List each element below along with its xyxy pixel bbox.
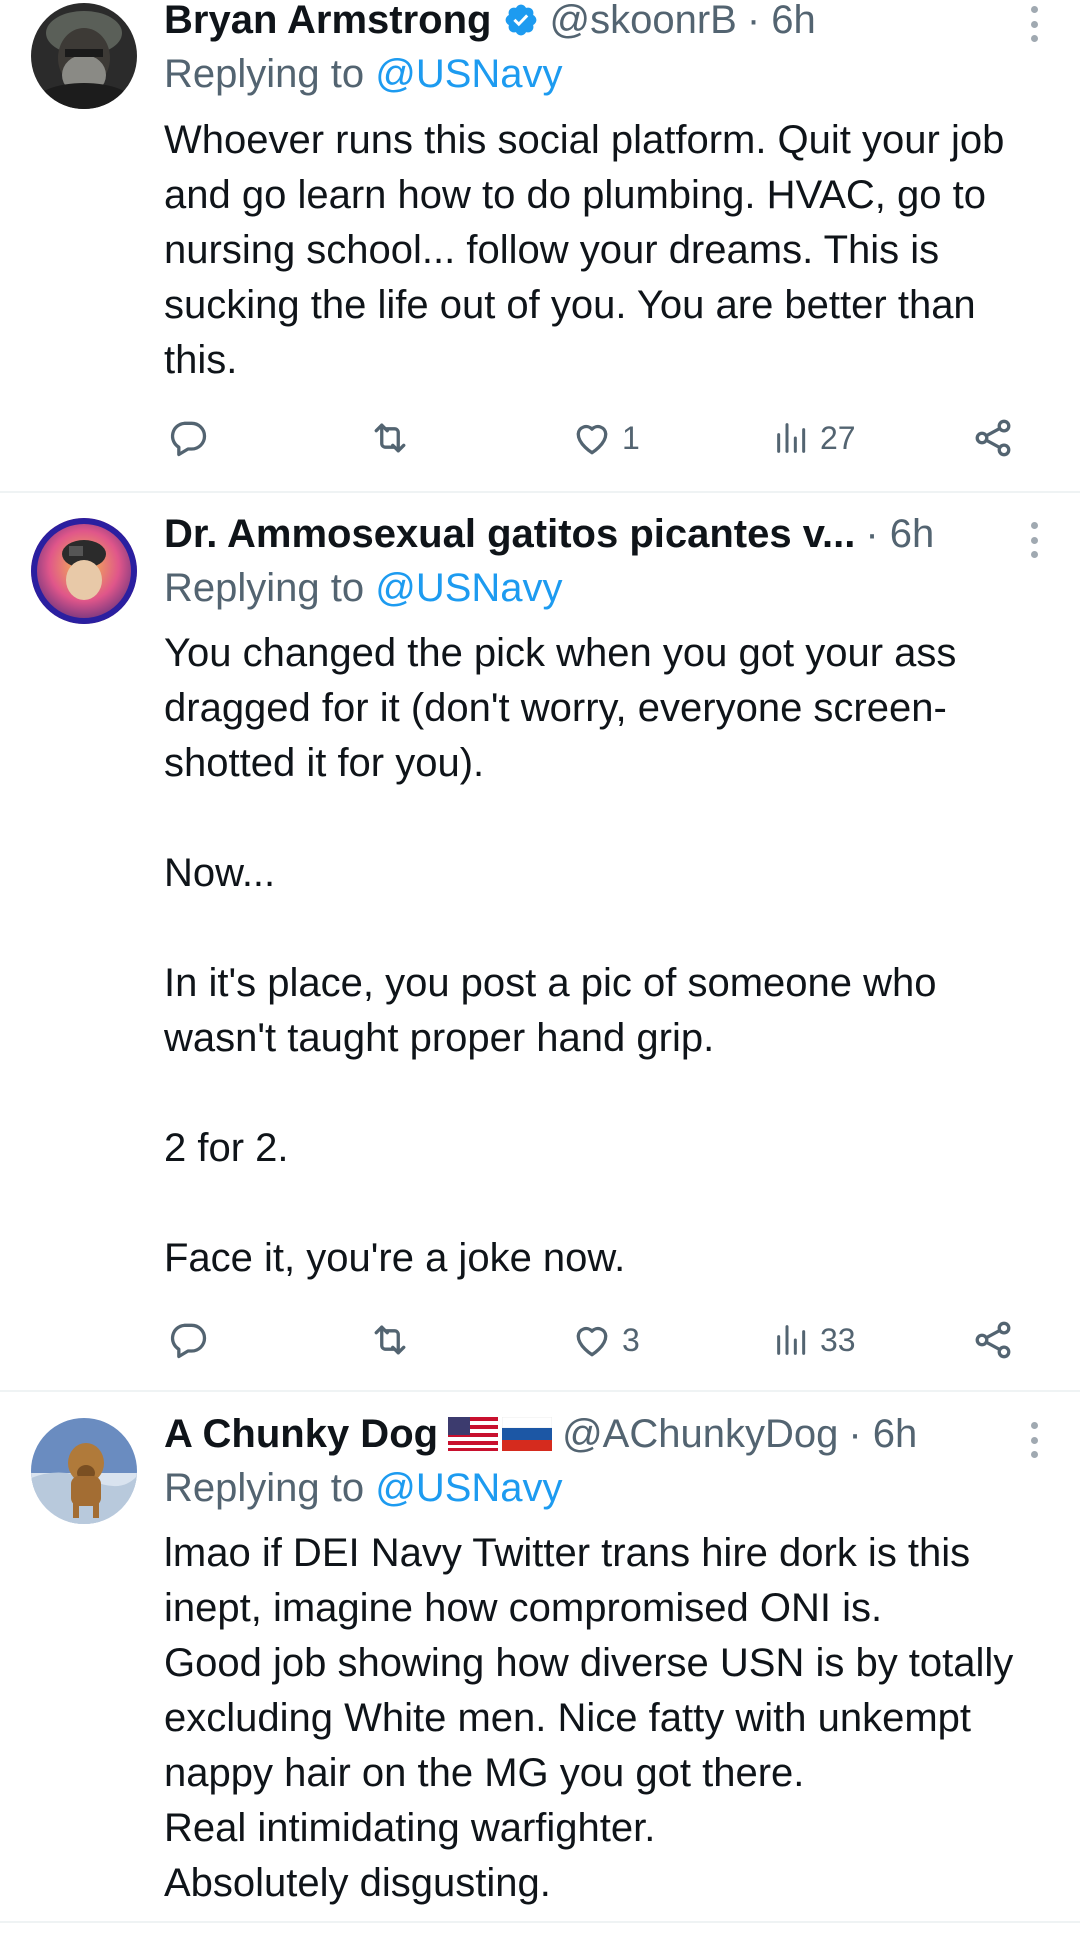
- post-header: Bryan Armstrong @skoonrB · 6h: [164, 0, 990, 44]
- like-button[interactable]: 3: [570, 1315, 640, 1365]
- like-count: 3: [622, 1321, 640, 1358]
- post-paragraph: 2 for 2.: [164, 1126, 289, 1170]
- post-paragraph: Good job showing how diverse USN is by t…: [164, 1641, 1014, 1795]
- replying-label: Replying to: [164, 52, 376, 96]
- post-paragraph: [164, 791, 1044, 846]
- replying-to: Replying to @USNavy: [164, 52, 563, 97]
- post-paragraph: Absolutely disgusting.: [164, 1861, 551, 1905]
- flags: [448, 1417, 553, 1451]
- reply-button[interactable]: [166, 413, 210, 463]
- more-icon[interactable]: [1028, 6, 1040, 42]
- post-3[interactable]: A Chunky Dog @AChunkyDog · 6h Replying t…: [0, 1392, 1080, 1935]
- post-paragraph: [164, 901, 1044, 956]
- views-count: 33: [820, 1321, 856, 1358]
- views-icon: [777, 1325, 806, 1355]
- author-name[interactable]: Dr. Ammosexual gatitos picantes v...: [164, 512, 855, 557]
- post-2[interactable]: Dr. Ammosexual gatitos picantes v... · 6…: [0, 492, 1080, 1390]
- views-icon: [777, 423, 806, 453]
- retweet-icon: [374, 1325, 406, 1355]
- avatar[interactable]: [31, 518, 137, 624]
- author-name[interactable]: A Chunky Dog: [164, 1412, 438, 1457]
- like-button[interactable]: 1: [570, 413, 640, 463]
- views-count: 27: [820, 419, 856, 456]
- like-count: 1: [622, 419, 640, 456]
- post-time[interactable]: · 6h: [747, 0, 816, 43]
- russia-flag-icon: [502, 1417, 553, 1451]
- replying-mention[interactable]: @USNavy: [375, 566, 562, 610]
- author-name[interactable]: Bryan Armstrong: [164, 0, 491, 43]
- replying-label: Replying to: [164, 566, 376, 610]
- post-paragraph: Face it, you're a joke now.: [164, 1236, 626, 1280]
- post-paragraph: Now...: [164, 851, 276, 895]
- post-paragraph: In it's place, you post a pic of someone…: [164, 961, 937, 1060]
- action-bar: 1 27: [0, 413, 1080, 463]
- retweet-button[interactable]: [368, 413, 412, 463]
- reply-icon: [170, 421, 207, 457]
- author-handle[interactable]: @skoonrB: [549, 0, 736, 43]
- post-header: Dr. Ammosexual gatitos picantes v... · 6…: [164, 510, 990, 558]
- action-bar: 3 33: [0, 1315, 1080, 1365]
- post-paragraph: Whoever runs this social platform. Quit …: [164, 118, 1005, 382]
- divider: [0, 1921, 1080, 1923]
- post-text: You changed the pick when you got your a…: [164, 626, 1044, 1286]
- post-paragraph: [164, 1176, 1044, 1231]
- replying-mention[interactable]: @USNavy: [375, 52, 562, 96]
- post-paragraph: You changed the pick when you got your a…: [164, 631, 957, 785]
- replying-mention[interactable]: @USNavy: [375, 1466, 562, 1510]
- views-button[interactable]: 33: [772, 1315, 856, 1365]
- more-icon[interactable]: [1028, 1422, 1040, 1458]
- post-time[interactable]: · 6h: [848, 1412, 917, 1457]
- more-icon[interactable]: [1028, 522, 1040, 558]
- reply-button[interactable]: [166, 1315, 210, 1365]
- like-icon: [576, 424, 608, 455]
- replying-label: Replying to: [164, 1466, 376, 1510]
- retweet-icon: [374, 423, 406, 453]
- views-button[interactable]: 27: [772, 413, 856, 463]
- post-time[interactable]: · 6h: [865, 512, 934, 557]
- share-icon: [975, 1321, 1011, 1359]
- post-paragraph: [164, 1066, 1044, 1121]
- verified-badge-icon: [503, 2, 539, 38]
- replying-to: Replying to @USNavy: [164, 566, 563, 611]
- retweet-button[interactable]: [368, 1315, 412, 1365]
- replying-to: Replying to @USNavy: [164, 1466, 563, 1511]
- reply-icon: [170, 1323, 207, 1359]
- post-paragraph: lmao if DEI Navy Twitter trans hire dork…: [164, 1531, 971, 1630]
- post-text: lmao if DEI Navy Twitter trans hire dork…: [164, 1526, 1044, 1911]
- us-flag-icon: [448, 1417, 499, 1451]
- share-button[interactable]: [971, 1315, 1015, 1365]
- author-handle[interactable]: @AChunkyDog: [562, 1412, 838, 1457]
- avatar[interactable]: [31, 1418, 137, 1524]
- avatar[interactable]: [31, 3, 137, 109]
- post-text: Whoever runs this social platform. Quit …: [164, 113, 1044, 388]
- post-paragraph: Real intimidating warfighter.: [164, 1806, 656, 1850]
- post-header: A Chunky Dog @AChunkyDog · 6h: [164, 1410, 990, 1458]
- like-icon: [576, 1326, 608, 1357]
- share-button[interactable]: [971, 413, 1015, 463]
- post-1[interactable]: Bryan Armstrong @skoonrB · 6h Replying t…: [0, 0, 1080, 492]
- share-icon: [975, 419, 1011, 457]
